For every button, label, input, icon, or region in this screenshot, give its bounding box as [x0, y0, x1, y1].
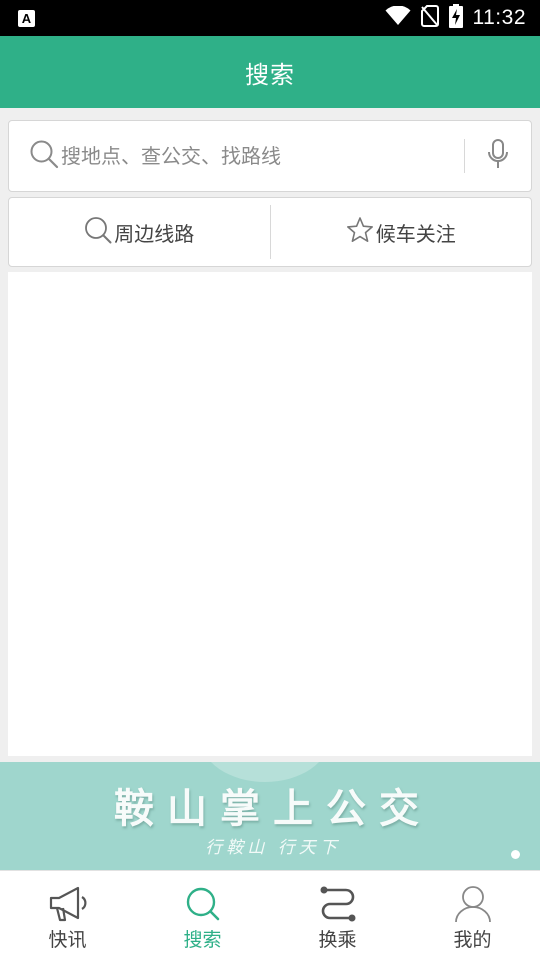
star-icon [346, 216, 374, 249]
nearby-lines-button[interactable]: 周边线路 [9, 198, 270, 266]
search-icon [183, 883, 223, 925]
search-box[interactable] [8, 120, 532, 192]
promo-banner[interactable]: 鞍山掌上公交 行鞍山 行天下 [0, 762, 540, 870]
app-header: 搜索 [0, 36, 540, 108]
nav-item-news[interactable]: 快讯 [0, 871, 135, 960]
status-bar: A 11:32 [0, 0, 540, 36]
banner-title: 鞍山掌上公交 [114, 785, 432, 832]
nav-label-mine: 我的 [453, 929, 492, 951]
microphone-icon [487, 139, 509, 173]
nav-item-transfer[interactable]: 换乘 [270, 871, 405, 960]
banner-page-indicator [511, 850, 520, 859]
status-time: 11:32 [472, 6, 526, 29]
nav-item-mine[interactable]: 我的 [405, 871, 540, 960]
nav-label-search: 搜索 [183, 929, 222, 951]
bottom-nav: 快讯 搜索 换乘 我的 [0, 870, 540, 960]
person-icon [453, 883, 493, 925]
status-right: 11:32 [385, 4, 527, 32]
banner-slogan: 行鞍山 行天下 [205, 838, 341, 858]
waiting-follow-label: 候车关注 [375, 221, 456, 246]
nav-label-news: 快讯 [48, 929, 87, 951]
nav-label-transfer: 换乘 [318, 929, 357, 951]
search-input[interactable] [61, 136, 464, 176]
battery-charging-icon [448, 4, 463, 32]
voice-search-button[interactable] [465, 121, 531, 191]
route-icon [318, 883, 358, 925]
app-notification-icon: A [18, 9, 35, 27]
waiting-follow-button[interactable]: 候车关注 [271, 198, 532, 266]
nearby-lines-label: 周边线路 [114, 221, 195, 246]
action-row: 周边线路 候车关注 [8, 197, 532, 267]
nav-item-search[interactable]: 搜索 [135, 871, 270, 960]
search-icon [29, 139, 59, 173]
search-icon-container [9, 139, 61, 173]
wifi-icon [385, 5, 411, 30]
status-left: A [18, 9, 35, 27]
content-area [8, 272, 532, 756]
no-sim-icon [420, 5, 439, 31]
megaphone-icon [48, 883, 88, 925]
page-title: 搜索 [245, 60, 295, 89]
search-icon [84, 216, 112, 249]
